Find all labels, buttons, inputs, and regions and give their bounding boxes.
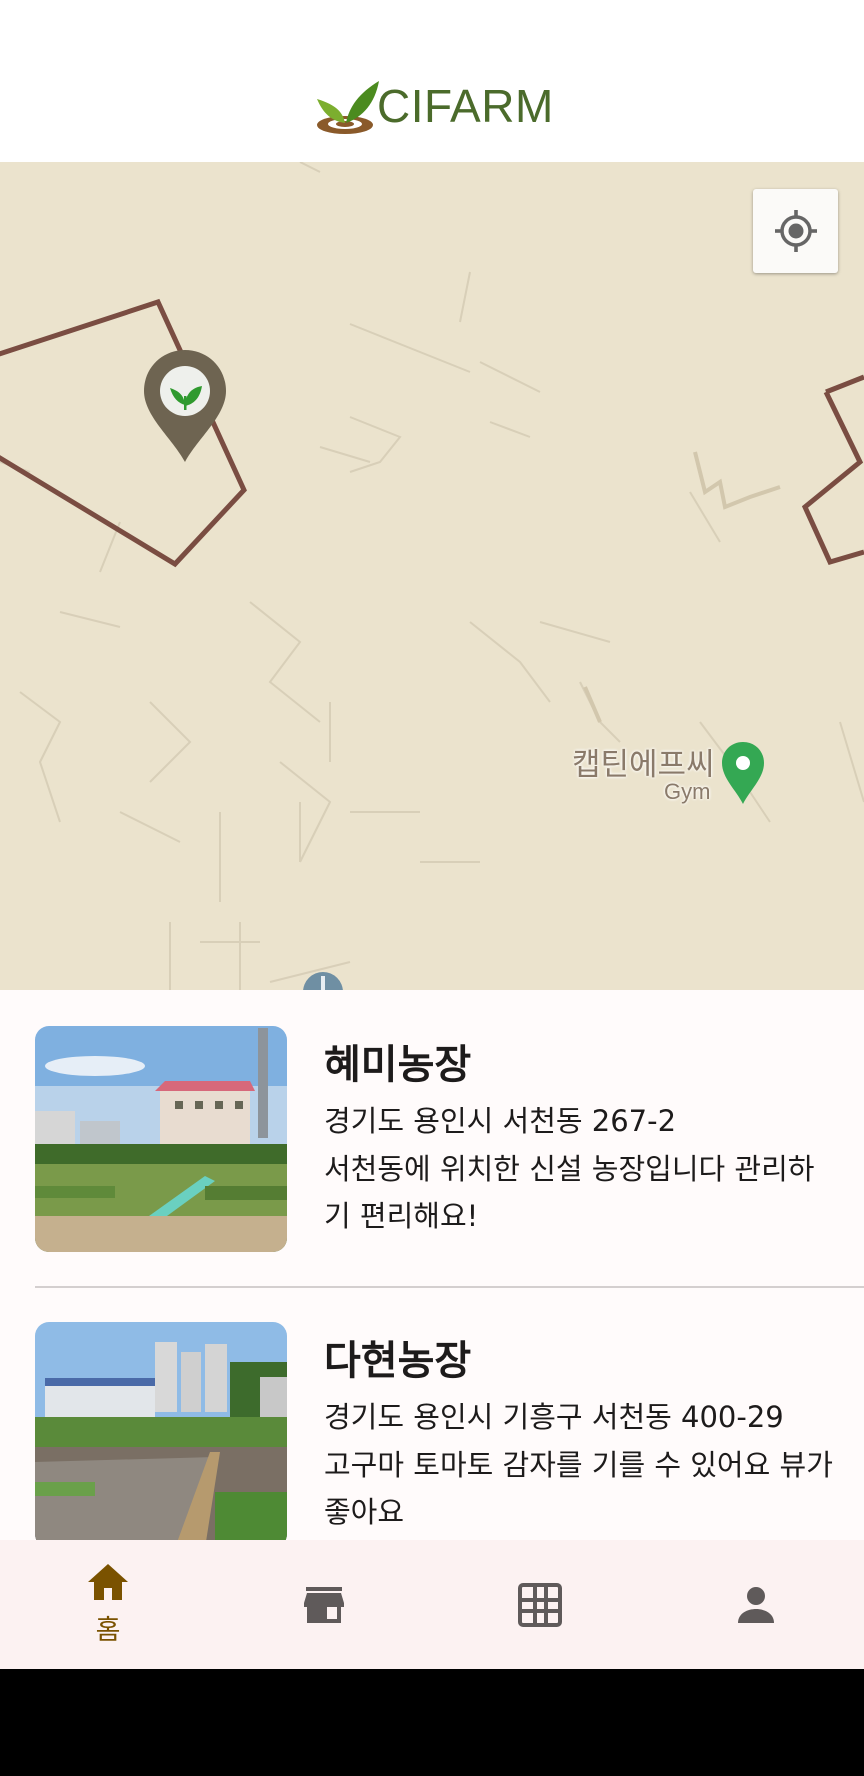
gym-poi-pin[interactable] <box>720 740 766 806</box>
nav-grid[interactable] <box>432 1540 648 1669</box>
map-base <box>0 162 864 990</box>
farm-address: 경기도 용인시 서천동 267-2 <box>324 1104 677 1138</box>
logo-text: CIFARM <box>377 80 554 132</box>
farm-name: 혜미농장 <box>324 1042 472 1088</box>
farm-address: 경기도 용인시 기흥구 서천동 400-29 <box>324 1400 784 1434</box>
nav-home-label: 홈 <box>95 1615 121 1646</box>
farm-description: 고구마 토마토 감자를 기를 수 있어요 뷰가 좋아요 <box>324 1448 833 1529</box>
list-item[interactable]: 혜미농장 경기도 용인시 서천동 267-2 서천동에 위치한 신설 농장입니다… <box>0 990 864 1288</box>
my-location-button[interactable] <box>753 189 838 273</box>
store-icon <box>304 1586 344 1623</box>
farm-photo <box>35 1322 287 1540</box>
my-location-icon <box>774 210 817 252</box>
farm-list[interactable]: 혜미농장 경기도 용인시 서천동 267-2 서천동에 위치한 신설 농장입니다… <box>0 990 864 1540</box>
poi-type: Gym <box>664 779 711 804</box>
list-item[interactable]: 다현농장 경기도 용인시 기흥구 서천동 400-29 고구마 토마토 감자를 … <box>0 1286 864 1540</box>
sprout-logo-icon <box>317 81 379 134</box>
system-navigation-bar <box>0 1669 864 1776</box>
app-logo: CIFARM <box>313 76 554 136</box>
app-header: CIFARM <box>0 0 864 162</box>
person-icon <box>738 1586 774 1623</box>
home-icon <box>88 1564 128 1600</box>
farm-name: 다현농장 <box>324 1338 472 1384</box>
nav-store[interactable] <box>216 1540 432 1669</box>
grid-icon <box>518 1582 562 1627</box>
nav-profile[interactable] <box>648 1540 864 1669</box>
poi-name: 캡틴에프씨 <box>572 747 715 782</box>
bottom-navigation: 홈 <box>0 1540 864 1669</box>
farm-description: 서천동에 위치한 신설 농장입니다 관리하기 편리해요! <box>324 1152 815 1233</box>
nav-home[interactable]: 홈 <box>0 1540 216 1669</box>
farm-map[interactable]: 캡틴에프씨 Gym <box>0 162 864 990</box>
farm-marker-pin[interactable] <box>142 348 228 464</box>
farm-photo <box>35 1026 287 1252</box>
